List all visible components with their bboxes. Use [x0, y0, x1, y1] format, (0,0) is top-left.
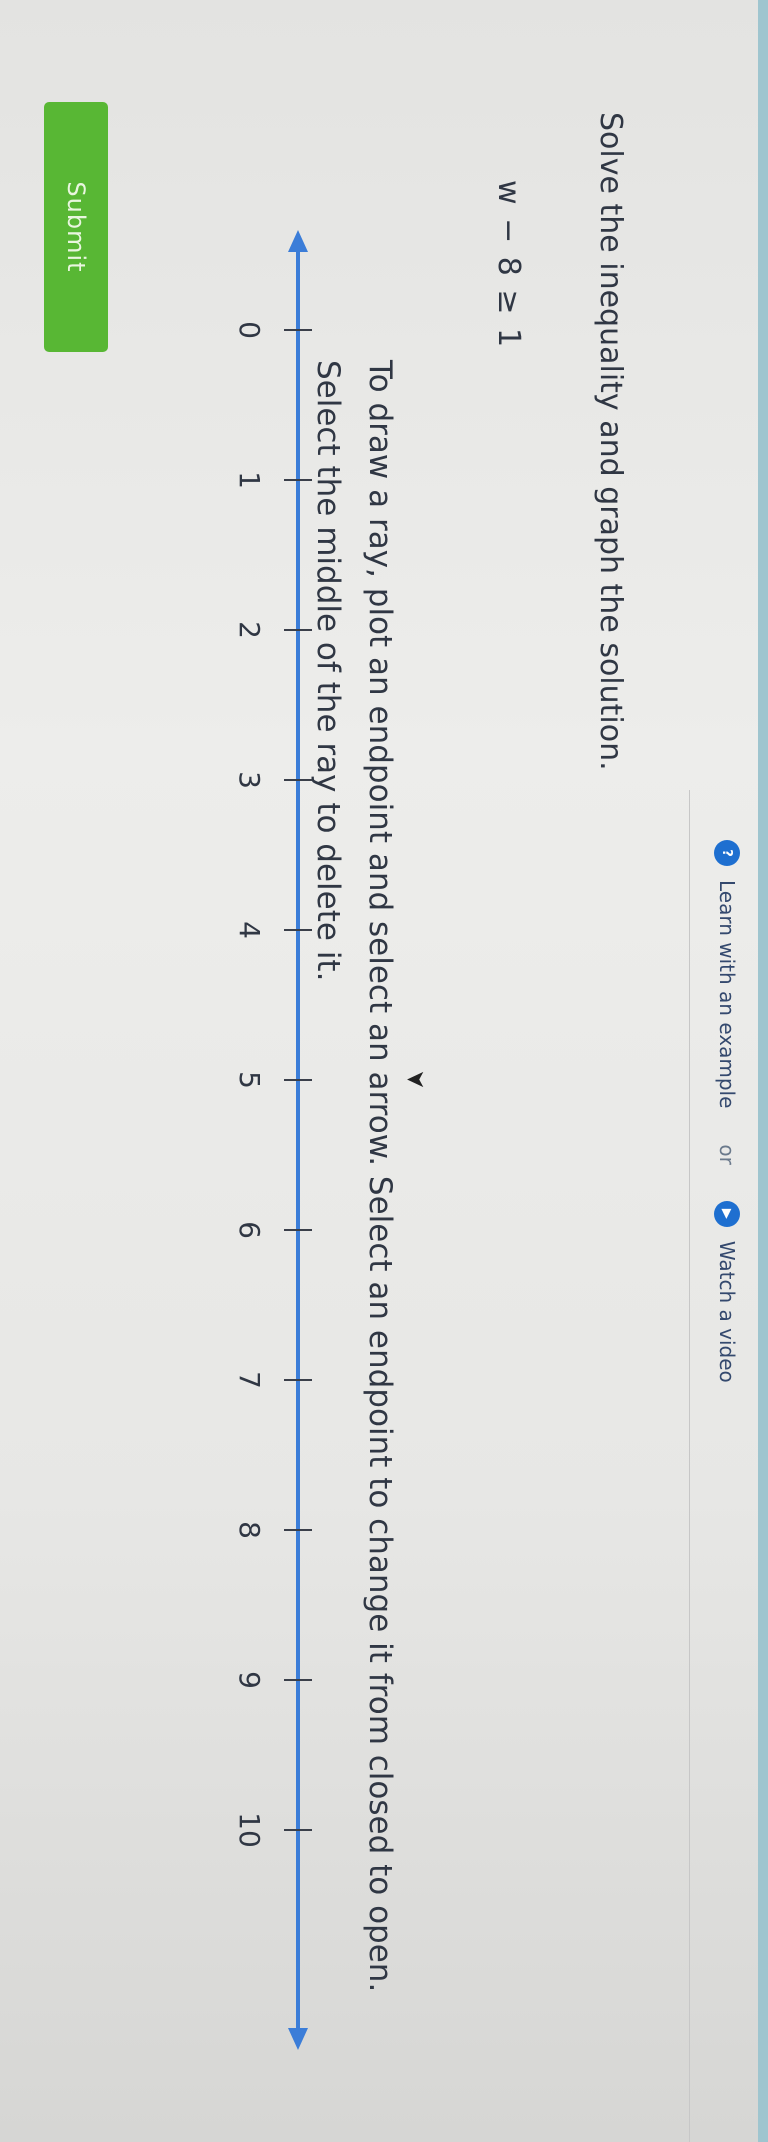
left-arrow-icon[interactable]: [288, 230, 308, 252]
number-line[interactable]: 0 1 2 3 4 5 6 7 8 9 10: [0, 0, 768, 2142]
tick-label: 2: [233, 621, 266, 639]
tick-label: 3: [233, 771, 266, 789]
tick-label: 7: [233, 1371, 266, 1389]
tick-label: 4: [233, 921, 266, 939]
tick-label: 0: [233, 321, 266, 339]
tick-label: 10: [233, 1812, 266, 1848]
tick-label: 9: [233, 1671, 266, 1689]
right-arrow-icon[interactable]: [288, 2028, 308, 2050]
tick-label: 1: [233, 471, 266, 489]
tick-label: 5: [233, 1071, 266, 1089]
tick-label: 8: [233, 1521, 266, 1539]
submit-button[interactable]: Submit: [44, 102, 108, 352]
lesson-screen: ? Learn with an example or ▶ Watch a vid…: [0, 0, 768, 2142]
tick-label: 6: [233, 1221, 266, 1239]
